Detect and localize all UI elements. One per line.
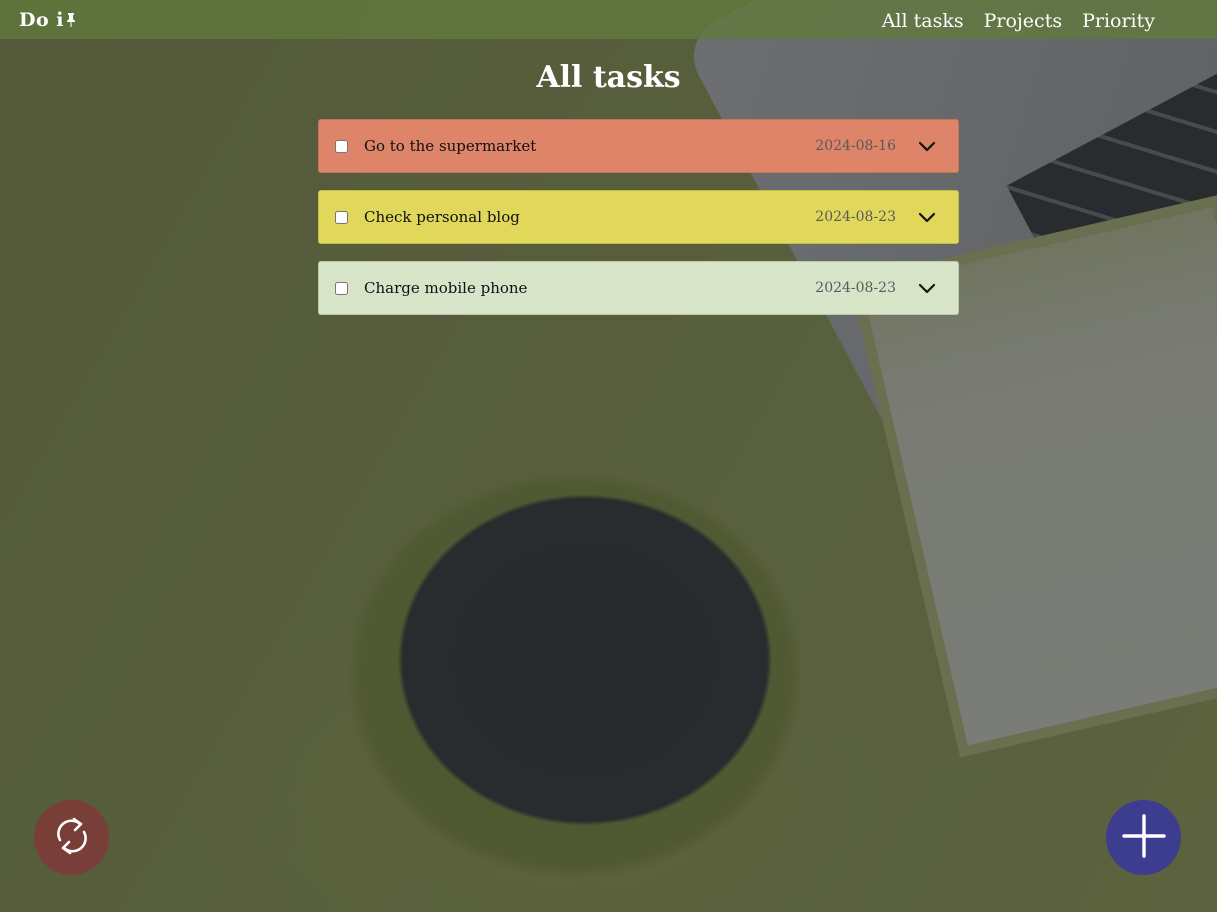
task-name: Go to the supermarket: [364, 137, 537, 155]
chevron-down-icon[interactable]: [916, 206, 938, 228]
page-title: All tasks: [536, 60, 681, 95]
refresh-button[interactable]: [34, 800, 109, 875]
task-checkbox[interactable]: [335, 139, 348, 153]
task-item[interactable]: Go to the supermarket 2024-08-16: [318, 119, 959, 173]
task-item[interactable]: Charge mobile phone 2024-08-23: [318, 261, 959, 315]
task-date: 2024-08-23: [815, 280, 896, 296]
nav-projects[interactable]: Projects: [984, 10, 1062, 32]
task-name: Charge mobile phone: [364, 279, 528, 297]
task-checkbox[interactable]: [335, 210, 348, 224]
nav-all-tasks[interactable]: All tasks: [882, 10, 964, 32]
main-nav: All tasks Projects Priority: [882, 10, 1155, 32]
task-date: 2024-08-23: [815, 209, 896, 225]
chevron-down-icon[interactable]: [916, 277, 938, 299]
app-header: Do i All tasks Projects Priority: [0, 0, 1217, 39]
chevron-down-icon[interactable]: [916, 135, 938, 157]
plus-icon: [1121, 813, 1167, 863]
task-list: Go to the supermarket 2024-08-16 Check p…: [318, 119, 959, 332]
task-name: Check personal blog: [364, 208, 520, 226]
task-item[interactable]: Check personal blog 2024-08-23: [318, 190, 959, 244]
task-date: 2024-08-16: [815, 138, 896, 154]
nav-priority[interactable]: Priority: [1082, 10, 1155, 32]
task-checkbox[interactable]: [335, 281, 348, 295]
logo-text: Do i: [19, 9, 64, 31]
add-task-button[interactable]: [1106, 800, 1181, 875]
app-logo[interactable]: Do i: [19, 9, 76, 31]
pushpin-icon: [64, 9, 76, 31]
refresh-icon: [52, 814, 92, 862]
